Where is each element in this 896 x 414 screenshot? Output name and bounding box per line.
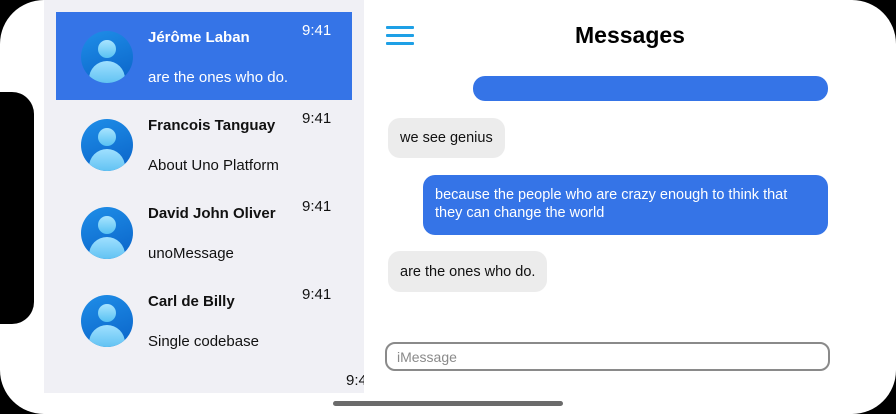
contact-name: David John Oliver [148, 205, 276, 222]
person-avatar-icon [81, 207, 133, 259]
conversation-list: Jérôme Laban 9:41 are the ones who do. F… [44, 0, 364, 393]
message-preview: About Uno Platform [148, 157, 279, 174]
message-preview: unoMessage [148, 245, 234, 262]
person-avatar-icon [81, 295, 133, 347]
person-avatar-icon [81, 31, 133, 83]
message-input[interactable] [385, 342, 830, 371]
outgoing-message-bubble [473, 76, 828, 101]
incoming-message-bubble: are the ones who do. [388, 251, 548, 292]
device-screen: Jérôme Laban 9:41 are the ones who do. F… [0, 0, 896, 414]
incoming-message-bubble: we see genius [388, 118, 505, 158]
message-time: 9:41 [346, 372, 364, 389]
outgoing-message-bubble: because the people who are crazy enough … [423, 175, 828, 235]
message-time: 9:41 [302, 110, 332, 127]
contact-name: Carl de Billy [148, 293, 235, 310]
message-preview: Single codebase [148, 333, 259, 350]
message-time: 9:41 [302, 286, 332, 303]
contact-name: Jérôme Laban [148, 29, 250, 46]
message-time: 9:41 [302, 198, 332, 215]
conversation-item[interactable]: Jérôme Laban 9:41 are the ones who do. [56, 12, 352, 100]
conversation-item[interactable]: Francois Tanguay 9:41 About Uno Platform [56, 100, 352, 188]
contact-name: Francois Tanguay [148, 117, 276, 134]
message-preview: are the ones who do. [148, 69, 289, 86]
home-indicator[interactable] [333, 401, 563, 406]
conversation-item[interactable]: Carl de Billy 9:41 Single codebase [56, 276, 352, 364]
message-time: 9:41 [302, 22, 332, 39]
device-notch [0, 92, 34, 324]
page-title: Messages [575, 22, 685, 48]
conversation-panel: Messages we see genius because the peopl… [364, 0, 896, 414]
conversation-item[interactable]: David John Oliver 9:41 unoMessage [56, 188, 352, 276]
person-avatar-icon [81, 119, 133, 171]
